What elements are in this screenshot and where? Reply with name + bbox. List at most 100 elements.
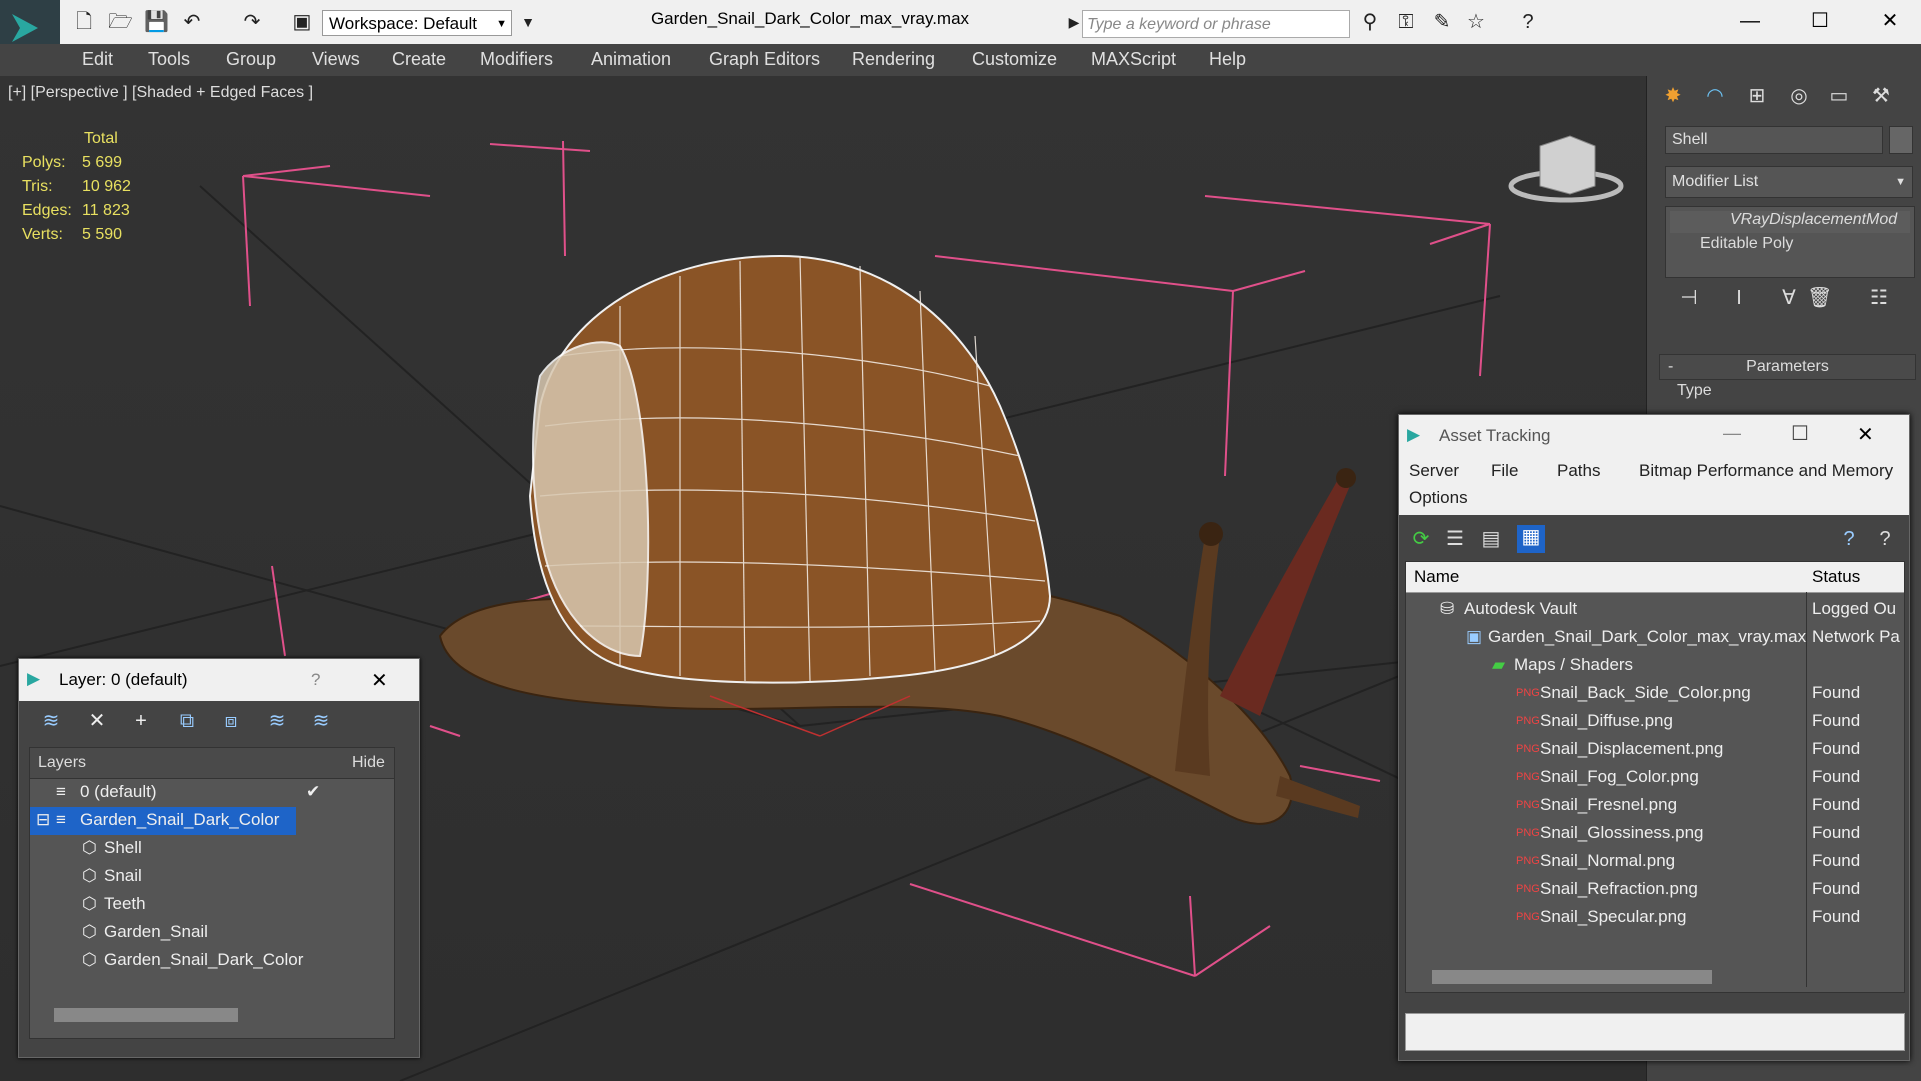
menu-bitmap-performance[interactable]: Bitmap Performance and Memory — [1639, 461, 1893, 481]
key-icon[interactable]: ⚿ — [1394, 10, 1418, 34]
asset-row[interactable]: PNG Snail_Fresnel.png Found — [1406, 792, 1904, 820]
col-layers[interactable]: Layers — [38, 754, 86, 772]
menu-customize[interactable]: Customize — [972, 49, 1057, 70]
menu-group[interactable]: Group — [226, 49, 276, 70]
asset-row[interactable]: PNG Snail_Back_Side_Color.png Found — [1406, 680, 1904, 708]
add-to-layer-icon[interactable]: + — [129, 709, 153, 733]
save-icon[interactable]: 💾 — [144, 10, 169, 34]
list-view-icon[interactable]: ☰ — [1443, 527, 1467, 551]
redo-icon[interactable]: ↷ — [240, 10, 264, 34]
object-color-swatch[interactable] — [1889, 126, 1913, 154]
create-tab-icon[interactable]: ✸ — [1661, 84, 1685, 108]
refresh-icon[interactable]: ⟳ — [1409, 527, 1433, 551]
asset-row[interactable]: ▣ Garden_Snail_Dark_Color_max_vray.max Net… — [1406, 624, 1904, 652]
stack-item-vraydisplacement[interactable]: VRayDisplacementMod — [1670, 211, 1910, 233]
close-button[interactable]: ✕ — [1857, 422, 1874, 447]
hierarchy-tab-icon[interactable]: ⊞ — [1745, 84, 1769, 108]
menu-options[interactable]: Options — [1409, 488, 1468, 508]
undo-icon[interactable]: ↶ — [180, 10, 204, 34]
star-icon[interactable]: ☆ — [1464, 10, 1488, 34]
stack-item-editable-poly[interactable]: Editable Poly — [1670, 235, 1910, 257]
layer-row[interactable]: ⬡ Teeth — [30, 891, 394, 919]
asset-row[interactable]: PNG Snail_Refraction.png Found — [1406, 876, 1904, 904]
show-end-result-icon[interactable]: Ι — [1727, 286, 1751, 310]
asset-status: Found — [1812, 683, 1861, 702]
layer-row[interactable]: ⬡ Shell — [30, 835, 394, 863]
help-button[interactable]: ? — [311, 670, 320, 690]
configure-sets-icon[interactable]: ☷ — [1867, 286, 1891, 310]
asset-row[interactable]: ▰ Maps / Shaders — [1406, 652, 1904, 680]
help-icon[interactable]: ? — [1516, 10, 1540, 34]
search-input[interactable]: Type a keyword or phrase — [1082, 10, 1350, 38]
menu-views[interactable]: Views — [312, 49, 360, 70]
menu-help[interactable]: Help — [1209, 49, 1246, 70]
motion-tab-icon[interactable]: ◎ — [1787, 84, 1811, 108]
col-status[interactable]: Status — [1812, 567, 1860, 587]
asset-row[interactable]: PNG Snail_Normal.png Found — [1406, 848, 1904, 876]
menu-tools[interactable]: Tools — [148, 49, 190, 70]
open-file-icon[interactable]: 🗁 — [108, 10, 133, 34]
help-icon[interactable]: ? — [1873, 527, 1897, 551]
layer-row[interactable]: ⬡ Garden_Snail — [30, 919, 394, 947]
menu-modifiers[interactable]: Modifiers — [480, 49, 553, 70]
layer-row[interactable]: ≡ 0 (default) ✔ — [30, 779, 394, 807]
object-name-field[interactable]: Shell — [1665, 126, 1883, 154]
maximize-button[interactable]: ☐ — [1791, 421, 1809, 446]
maximize-button[interactable]: ☐ — [1800, 6, 1840, 36]
asset-row[interactable]: PNG Snail_Fog_Color.png Found — [1406, 764, 1904, 792]
col-name[interactable]: Name — [1414, 567, 1459, 587]
project-icon[interactable]: ▣ — [290, 10, 314, 34]
delete-layer-icon[interactable]: ✕ — [85, 709, 109, 733]
highlight-layer-icon[interactable]: ≋ — [265, 709, 289, 733]
menu-server[interactable]: Server — [1409, 461, 1459, 481]
layer-row-selected[interactable]: ⊟ ≡ Garden_Snail_Dark_Color — [30, 807, 296, 835]
select-layer-icon[interactable]: ⧈ — [219, 709, 243, 733]
horizontal-scrollbar[interactable] — [54, 1008, 238, 1022]
pin-stack-icon[interactable]: ⊣ — [1677, 286, 1701, 310]
viewport-label[interactable]: [+] [Perspective ] [Shaded + Edged Faces… — [8, 84, 313, 102]
asset-row[interactable]: PNG Snail_Displacement.png Found — [1406, 736, 1904, 764]
menu-edit[interactable]: Edit — [82, 49, 113, 70]
asset-path-field[interactable] — [1405, 1013, 1905, 1051]
modifier-list-dropdown[interactable]: Modifier List ▼ — [1665, 166, 1913, 198]
thumbnail-view-icon[interactable]: ▤ — [1479, 527, 1503, 551]
minimize-button[interactable]: — — [1730, 6, 1770, 36]
select-objects-icon[interactable]: ⧉ — [175, 709, 199, 733]
asset-row[interactable]: ⛁ Autodesk Vault Logged Ou — [1406, 596, 1904, 624]
remove-modifier-icon[interactable]: 🗑 — [1807, 286, 1832, 310]
make-unique-icon[interactable]: ∀ — [1777, 286, 1801, 310]
layer-row[interactable]: ⬡ Snail — [30, 863, 394, 891]
horizontal-scrollbar[interactable] — [1432, 970, 1712, 984]
binoculars-icon[interactable]: ⚲ — [1358, 10, 1382, 34]
workspace-dropdown[interactable]: Workspace: Default ▼ — [322, 10, 512, 36]
asset-row[interactable]: PNG Snail_Glossiness.png Found — [1406, 820, 1904, 848]
hide-all-icon[interactable]: ≋ — [309, 709, 333, 733]
asset-row[interactable]: PNG Snail_Diffuse.png Found — [1406, 708, 1904, 736]
vault-help-icon[interactable]: ? — [1837, 527, 1861, 551]
minimize-button[interactable]: — — [1723, 423, 1741, 444]
display-tab-icon[interactable]: ▭ — [1827, 84, 1851, 108]
toolbar-menu-icon[interactable]: ▼ — [516, 10, 540, 34]
new-file-icon[interactable]: 🗋 — [72, 10, 96, 34]
table-view-icon[interactable]: ▦ — [1517, 525, 1545, 553]
col-hide[interactable]: Hide — [352, 754, 385, 772]
asset-row[interactable]: PNG Snail_Specular.png Found — [1406, 904, 1904, 932]
parameters-rollout-header[interactable]: - Parameters — [1659, 354, 1916, 380]
menu-maxscript[interactable]: MAXScript — [1091, 49, 1176, 70]
modify-tab-icon[interactable]: ◠ — [1703, 84, 1727, 108]
new-layer-icon[interactable]: ≋ — [39, 709, 63, 733]
menu-animation[interactable]: Animation — [591, 49, 671, 70]
layer-dialog-titlebar[interactable]: ▶ Layer: 0 (default) ? ✕ — [19, 659, 419, 701]
menu-rendering[interactable]: Rendering — [852, 49, 935, 70]
menu-graph-editors[interactable]: Graph Editors — [709, 49, 820, 70]
asset-dialog-titlebar[interactable]: ▶ Asset Tracking — ☐ ✕ — [1399, 415, 1909, 457]
layer-row[interactable]: ⬡ Garden_Snail_Dark_Color — [30, 947, 394, 975]
close-button[interactable]: ✕ — [1870, 6, 1910, 36]
menu-paths[interactable]: Paths — [1557, 461, 1600, 481]
menu-file[interactable]: File — [1491, 461, 1518, 481]
communication-icon[interactable]: ✎ — [1430, 10, 1454, 34]
max-file-icon: ▣ — [1466, 627, 1483, 646]
close-button[interactable]: ✕ — [371, 668, 388, 693]
menu-create[interactable]: Create — [392, 49, 446, 70]
utilities-tab-icon[interactable]: ⚒ — [1869, 84, 1893, 108]
